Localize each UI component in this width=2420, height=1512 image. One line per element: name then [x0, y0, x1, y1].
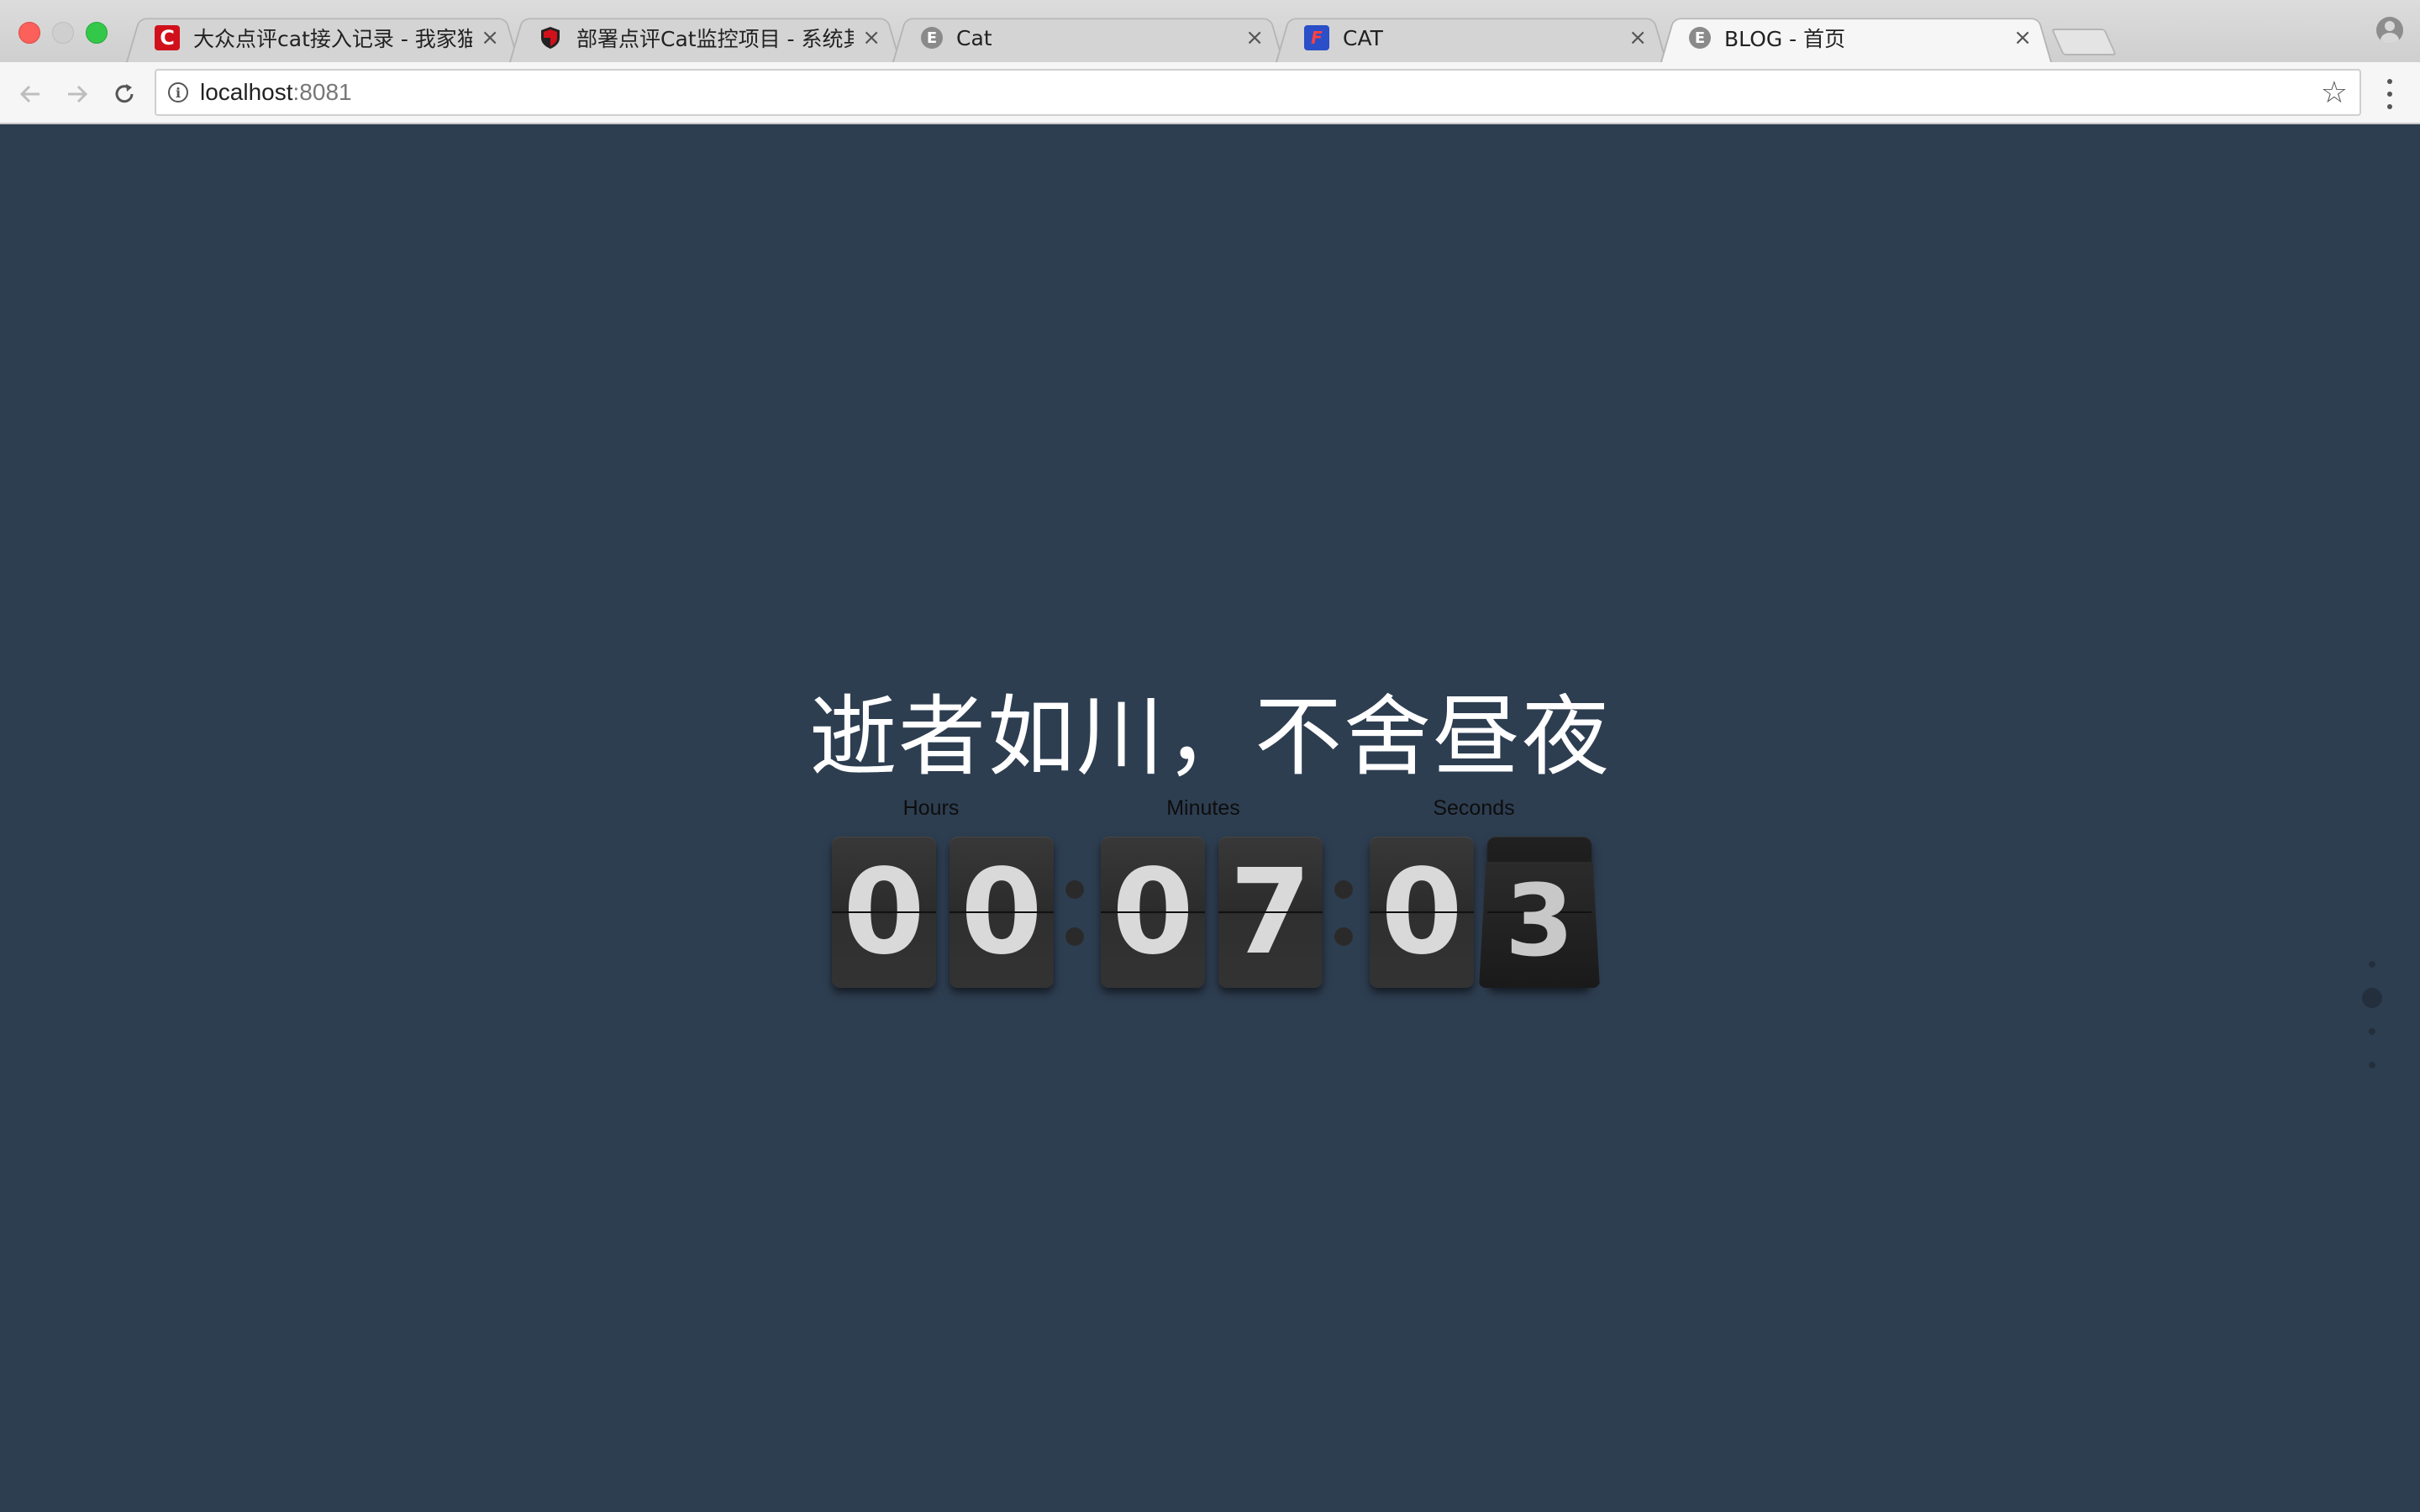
flip-clock: Hours Minutes Seconds 0 0 0 7 0 3: [830, 796, 1600, 1132]
close-icon[interactable]: ×: [1245, 25, 1264, 50]
hours-label: Hours: [902, 796, 960, 820]
bookmark-star-icon[interactable]: ☆: [2321, 76, 2348, 110]
minutes-ones-digit: 7: [1218, 837, 1323, 988]
section-nav-dot-active[interactable]: [2362, 988, 2382, 1008]
page-body: 逝者如川，不舍昼夜 Hours Minutes Seconds 0 0 0 7 …: [0, 124, 2420, 1512]
browser-toolbar: i localhost:8081 ☆: [0, 62, 2420, 124]
tab-cat[interactable]: E Cat ×: [892, 13, 1284, 63]
seconds-ones-value: 3: [1504, 863, 1575, 979]
reload-icon: [115, 84, 134, 103]
e-logo-icon: E: [1689, 27, 1711, 49]
close-icon[interactable]: ×: [481, 25, 499, 50]
shield-icon: [538, 25, 563, 50]
seconds-ones-digit: 3: [1479, 837, 1600, 988]
hours-ones-digit: 0: [950, 837, 1054, 988]
tab-title: CAT: [1343, 25, 1383, 50]
maximize-window-button[interactable]: [86, 22, 108, 44]
reload-button[interactable]: [108, 77, 141, 111]
seconds-label: Seconds: [1433, 796, 1515, 820]
profile-icon[interactable]: [2376, 17, 2403, 44]
section-nav-dot[interactable]: [2369, 1062, 2375, 1068]
forward-button[interactable]: [60, 77, 94, 111]
tab-cat-upper[interactable]: F CAT ×: [1276, 13, 1667, 63]
tab-title: BLOG - 首页: [1724, 27, 1846, 51]
minutes-label: Minutes: [1166, 796, 1240, 820]
separator-dot: [1065, 927, 1084, 946]
e-logo-icon: E: [921, 27, 943, 49]
url-text: localhost:8081: [200, 79, 352, 106]
tab-blog-home[interactable]: E BLOG - 首页 ×: [1660, 13, 2052, 63]
separator-dot: [1065, 880, 1084, 899]
cat-logo-icon: F: [1304, 25, 1329, 50]
close-icon[interactable]: ×: [1628, 25, 1647, 50]
c-logo-icon: C: [155, 25, 180, 50]
minutes-tens-digit: 0: [1101, 837, 1205, 988]
section-nav: [2360, 961, 2385, 1070]
separator-dot: [1334, 880, 1353, 899]
minimize-window-button[interactable]: [52, 22, 74, 44]
hours-tens-digit: 0: [832, 837, 936, 988]
section-nav-dot[interactable]: [2369, 961, 2375, 968]
url-host: localhost: [200, 79, 293, 105]
close-icon[interactable]: ×: [862, 25, 881, 50]
arrow-left-icon: [19, 85, 39, 103]
url-port: :8081: [292, 79, 352, 105]
tab-title: 部署点评Cat监控项目 - 系统其他: [576, 27, 855, 51]
tab-dianping-cat[interactable]: C 大众点评cat接入记录 - 我家猫叫 ×: [126, 13, 519, 63]
close-window-button[interactable]: [18, 22, 40, 44]
tab-title: 大众点评cat接入记录 - 我家猫叫: [193, 27, 473, 51]
section-nav-dot[interactable]: [2369, 1028, 2375, 1035]
more-menu-icon[interactable]: [2381, 79, 2398, 109]
new-tab-button[interactable]: [2050, 29, 2118, 55]
info-icon[interactable]: i: [168, 82, 188, 102]
page-headline: 逝者如川，不舍昼夜: [808, 685, 1611, 788]
tab-title: Cat: [956, 25, 992, 50]
separator-dot: [1334, 927, 1353, 946]
close-icon[interactable]: ×: [2013, 25, 2032, 50]
tab-strip: C 大众点评cat接入记录 - 我家猫叫 × 部署点评Cat监控项目 - 系统其…: [0, 0, 2420, 63]
tab-deploy-cat[interactable]: 部署点评Cat监控项目 - 系统其他 ×: [509, 13, 901, 63]
address-bar[interactable]: i localhost:8081 ☆: [155, 69, 2361, 116]
back-button[interactable]: [13, 77, 47, 111]
arrow-right-icon: [68, 85, 88, 103]
seconds-tens-digit: 0: [1370, 837, 1474, 988]
